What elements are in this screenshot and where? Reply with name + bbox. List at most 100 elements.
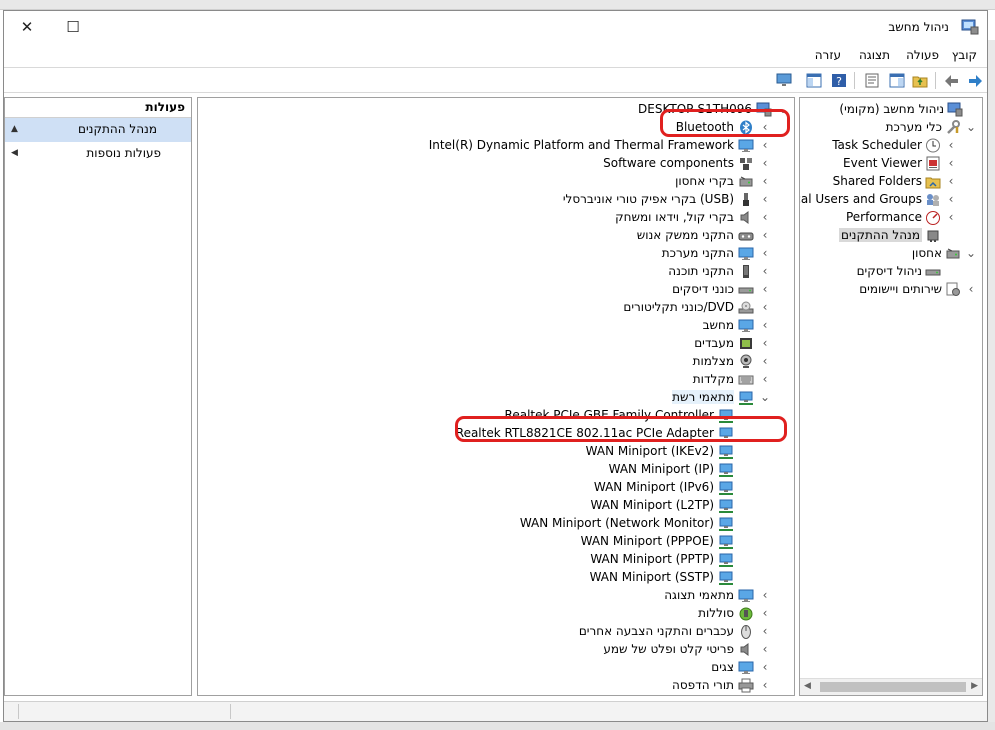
device-category[interactable]: ‹ עכברים והתקני הצבעה אחרים bbox=[579, 622, 772, 640]
device-category[interactable]: ‹ כונני דיסקים bbox=[672, 280, 772, 298]
network-adapter-item[interactable]: WAN Miniport (IPv6) bbox=[594, 478, 738, 496]
device-category[interactable]: ‹ בקרי אפיק טורי אוניברסלי (USB) bbox=[563, 190, 772, 208]
chevron-left-icon[interactable]: ‹ bbox=[944, 138, 958, 152]
device-category-label: כונני תקליטורים/DVD bbox=[623, 300, 734, 314]
chevron-left-icon[interactable]: ‹ bbox=[758, 120, 772, 134]
chevron-down-icon[interactable]: ⌄ bbox=[964, 246, 978, 260]
chevron-left-icon[interactable]: ‹ bbox=[758, 678, 772, 692]
forward-button[interactable] bbox=[942, 71, 961, 90]
chevron-left-icon[interactable]: ‹ bbox=[758, 336, 772, 350]
menu-help[interactable]: עזרה bbox=[815, 48, 841, 62]
device-category[interactable]: ‹ בקרי אחסון bbox=[675, 172, 772, 190]
device-category[interactable]: ‹ Intel(R) Dynamic Platform and Thermal F… bbox=[429, 136, 772, 154]
chevron-left-icon[interactable]: ‹ bbox=[758, 192, 772, 206]
console-tree-item[interactable]: מנהל ההתקנים bbox=[839, 226, 958, 244]
chevron-left-icon[interactable]: ‹ bbox=[758, 372, 772, 386]
computer-management-window: ✕ ☐ ניהול מחשב קובץ פעולה תצוגה עזרה ? פ… bbox=[3, 10, 988, 722]
device-category[interactable]: ‹ בקרי קול, וידאו ומשחק bbox=[615, 208, 772, 226]
close-button[interactable]: ✕ bbox=[4, 11, 50, 43]
device-category[interactable]: ‹ התקני מערכת bbox=[662, 244, 772, 262]
show-hide-tree-button[interactable] bbox=[887, 71, 906, 90]
chevron-left-icon[interactable]: ‹ bbox=[758, 138, 772, 152]
device-category[interactable]: ‹ סוללות bbox=[698, 604, 772, 622]
device-category[interactable]: ‹ מעבדים bbox=[694, 334, 772, 352]
device-category[interactable]: ‹ Software components bbox=[603, 154, 772, 172]
device-category[interactable]: ‹ כונני תקליטורים/DVD bbox=[623, 298, 772, 316]
network-adapter-item[interactable]: WAN Miniport (IP) bbox=[609, 460, 738, 478]
device-category[interactable]: ⌄ מתאמי רשת bbox=[672, 388, 772, 406]
network-adapter-item[interactable]: WAN Miniport (IKEv2) bbox=[586, 442, 738, 460]
chevron-left-icon[interactable]: ‹ bbox=[944, 174, 958, 188]
action-pane-button[interactable] bbox=[804, 71, 823, 90]
up-button[interactable] bbox=[910, 71, 929, 90]
chevron-left-icon[interactable]: ‹ bbox=[964, 282, 978, 296]
device-category[interactable]: ‹ פריטי קלט ופלט של שמע bbox=[603, 640, 772, 658]
device-category-label: תורי הדפסה bbox=[672, 678, 734, 692]
menu-file[interactable]: קובץ bbox=[952, 48, 977, 62]
chevron-left-icon[interactable]: ‹ bbox=[758, 642, 772, 656]
device-category[interactable]: ‹ התקני ממשק אנוש bbox=[637, 226, 772, 244]
chevron-left-icon[interactable]: ‹ bbox=[944, 156, 958, 170]
network-adapter-item[interactable]: WAN Miniport (SSTP) bbox=[590, 568, 738, 586]
chevron-left-icon[interactable]: ‹ bbox=[758, 228, 772, 242]
actions-more-actions[interactable]: ◀ פעולות נוספות bbox=[5, 142, 191, 166]
actions-device-manager[interactable]: ▲ מנהל ההתקנים bbox=[5, 118, 191, 142]
device-root-computer[interactable]: ⌄ DESKTOP-S1TH096 bbox=[638, 100, 790, 118]
network-adapter-item[interactable]: Realtek PCIe GBE Family Controller bbox=[505, 406, 738, 424]
chevron-left-icon[interactable]: ‹ bbox=[758, 264, 772, 278]
device-category[interactable]: ‹ מתאמי תצוגה bbox=[664, 586, 772, 604]
chevron-left-icon[interactable]: ‹ bbox=[758, 300, 772, 314]
console-tree-item[interactable]: ניהול דיסקים bbox=[857, 262, 958, 280]
network-adapter-item[interactable]: Realtek RTL8821CE 802.11ac PCIe Adapter bbox=[456, 424, 738, 442]
chevron-left-icon[interactable]: ‹ bbox=[758, 174, 772, 188]
chevron-left-icon[interactable]: ‹ bbox=[758, 318, 772, 332]
chevron-left-icon[interactable]: ‹ bbox=[758, 588, 772, 602]
device-category[interactable]: ‹ צגים bbox=[711, 658, 772, 676]
console-tree-item[interactable]: ‹ Task Scheduler bbox=[832, 136, 958, 154]
device-category[interactable]: ‹ מחשב bbox=[703, 316, 772, 334]
maximize-button[interactable]: ☐ bbox=[50, 11, 96, 43]
scan-hardware-button[interactable] bbox=[774, 71, 793, 90]
console-tree-item[interactable]: ‹ Performance bbox=[846, 208, 958, 226]
chevron-left-icon[interactable]: ‹ bbox=[758, 624, 772, 638]
properties-icon bbox=[865, 73, 878, 88]
network-adapter-item[interactable]: WAN Miniport (PPPOE) bbox=[581, 532, 738, 550]
console-tree-item[interactable]: ⌄ אחסון bbox=[912, 244, 978, 262]
properties-button[interactable] bbox=[862, 71, 881, 90]
device-category[interactable]: ‹ תורי הדפסה bbox=[672, 676, 772, 694]
console-tree-item[interactable]: ‹ Event Viewer bbox=[843, 154, 958, 172]
network-adapter-item[interactable]: WAN Miniport (L2TP) bbox=[591, 496, 739, 514]
chevron-left-icon[interactable]: ‹ bbox=[758, 210, 772, 224]
device-category[interactable]: ‹ מקלדות bbox=[693, 370, 772, 388]
device-category[interactable]: ‹ התקני תוכנה bbox=[668, 262, 772, 280]
device-category[interactable]: ‹ מצלמות bbox=[693, 352, 772, 370]
chevron-left-icon[interactable]: ‹ bbox=[758, 606, 772, 620]
chevron-left-icon[interactable]: ‹ bbox=[758, 246, 772, 260]
chevron-left-icon[interactable]: ‹ bbox=[758, 156, 772, 170]
back-button[interactable] bbox=[965, 71, 984, 90]
chevron-down-icon[interactable]: ⌄ bbox=[758, 390, 772, 404]
chevron-left-icon[interactable]: ‹ bbox=[944, 192, 958, 206]
chevron-left-icon[interactable]: ‹ bbox=[944, 210, 958, 224]
chevron-left-icon[interactable]: ‹ bbox=[758, 660, 772, 674]
scroll-left-icon[interactable]: ◀ bbox=[804, 681, 811, 691]
console-tree-item[interactable]: ‹ שירותים ויישומים bbox=[859, 280, 978, 298]
menu-action[interactable]: פעולה bbox=[906, 48, 939, 62]
help-button[interactable]: ? bbox=[829, 71, 848, 90]
chevron-left-icon[interactable]: ‹ bbox=[758, 354, 772, 368]
console-tree-item[interactable]: ⌄ כלי מערכת bbox=[886, 118, 978, 136]
console-tree-item[interactable]: ‹ Shared Folders bbox=[833, 172, 958, 190]
chevron-left-icon[interactable]: ‹ bbox=[758, 282, 772, 296]
chevron-down-icon[interactable]: ⌄ bbox=[776, 102, 790, 116]
chevron-down-icon[interactable]: ⌄ bbox=[964, 120, 978, 134]
scrollbar-thumb[interactable] bbox=[820, 682, 966, 692]
network-adapter-item[interactable]: WAN Miniport (PPTP) bbox=[590, 550, 738, 568]
menu-view[interactable]: תצוגה bbox=[859, 48, 890, 62]
network-adapter-item[interactable]: WAN Miniport (Network Monitor) bbox=[520, 514, 738, 532]
scroll-right-icon[interactable]: ▶ bbox=[971, 681, 978, 691]
console-tree-item[interactable]: ניהול מחשב (מקומי) bbox=[839, 100, 980, 118]
collapse-arrow-icon[interactable]: ▲ bbox=[11, 124, 18, 134]
device-category[interactable]: ‹ Bluetooth bbox=[676, 118, 772, 136]
horizontal-scrollbar[interactable]: ◀ ▶ bbox=[800, 678, 982, 695]
console-tree-item[interactable]: ‹ Local Users and Groups bbox=[800, 190, 958, 208]
